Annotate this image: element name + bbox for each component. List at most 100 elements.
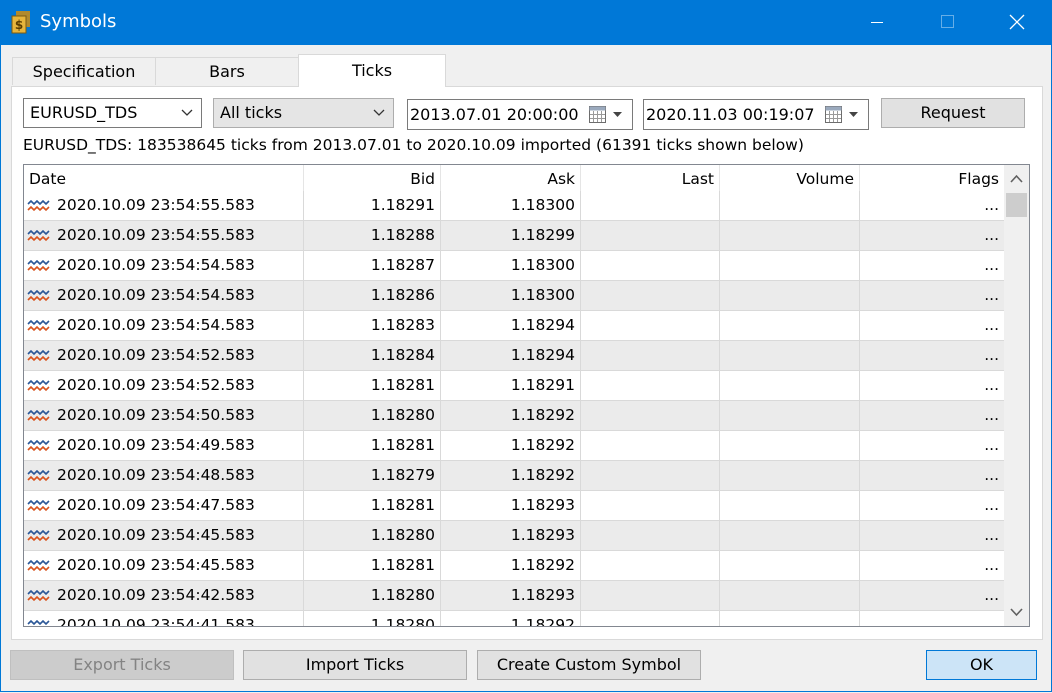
last-cell: [581, 461, 720, 490]
tick-wave-icon: [27, 620, 50, 626]
scroll-up-button[interactable]: [1004, 165, 1029, 193]
flags-cell: ...: [984, 316, 999, 334]
date-cell: 2020.10.09 23:54:55.583: [24, 221, 304, 250]
dropdown-arrow-icon[interactable]: [613, 112, 622, 118]
date-cell: 2020.10.09 23:54:55.583: [24, 191, 304, 220]
create-custom-symbol-button[interactable]: Create Custom Symbol: [477, 650, 701, 680]
vertical-scrollbar[interactable]: [1004, 165, 1029, 626]
ok-button[interactable]: OK: [926, 650, 1037, 680]
table-row[interactable]: 2020.10.09 23:54:54.583 1.18286 1.18300...: [24, 281, 1004, 311]
table-row[interactable]: 2020.10.09 23:54:50.583 1.18280 1.18292...: [24, 401, 1004, 431]
chevron-up-icon: [1010, 174, 1023, 183]
last-cell: [581, 551, 720, 580]
date-cell: 2020.10.09 23:54:48.583: [24, 461, 304, 490]
table-row[interactable]: 2020.10.09 23:54:55.583 1.18291 1.18300...: [24, 191, 1004, 221]
date-cell: 2020.10.09 23:54:42.583: [24, 581, 304, 610]
date-cell: 2020.10.09 23:54:50.583: [24, 401, 304, 430]
table-row[interactable]: 2020.10.09 23:54:48.583 1.18279 1.18292...: [24, 461, 1004, 491]
column-header-flags[interactable]: Flags: [860, 165, 1004, 193]
tab-ticks[interactable]: Ticks: [298, 54, 446, 87]
date-to-value: 2020.11.03 00:19:07: [646, 105, 815, 124]
last-cell: [581, 341, 720, 370]
tick-mode-select[interactable]: All ticks: [213, 98, 394, 128]
volume-cell: [720, 341, 860, 370]
tick-mode-select-value: All ticks: [220, 103, 283, 122]
column-header-volume[interactable]: Volume: [720, 165, 860, 193]
tick-wave-icon: [27, 200, 50, 212]
bid-cell: 1.18281: [304, 371, 441, 400]
table-row[interactable]: 2020.10.09 23:54:47.583 1.18281 1.18293...: [24, 491, 1004, 521]
tick-wave-icon: [27, 440, 50, 452]
last-cell: [581, 221, 720, 250]
tab-bars[interactable]: Bars: [155, 57, 299, 85]
table-row[interactable]: 2020.10.09 23:54:55.583 1.18288 1.18299...: [24, 221, 1004, 251]
calendar-icon[interactable]: [825, 106, 842, 123]
last-cell: [581, 281, 720, 310]
volume-cell: [720, 401, 860, 430]
tick-wave-icon: [27, 350, 50, 362]
bid-cell: 1.18280: [304, 611, 441, 626]
date-text: 2020.10.09 23:54:54.583: [57, 316, 255, 334]
column-header-date[interactable]: Date: [24, 165, 304, 193]
date-text: 2020.10.09 23:54:55.583: [57, 196, 255, 214]
table-row[interactable]: 2020.10.09 23:54:52.583 1.18284 1.18294...: [24, 341, 1004, 371]
flags-cell: ...: [984, 436, 999, 454]
date-cell: 2020.10.09 23:54:52.583: [24, 371, 304, 400]
flags-cell: ...: [984, 226, 999, 244]
column-header-bid[interactable]: Bid: [304, 165, 441, 193]
symbols-app-icon: $: [11, 10, 33, 34]
flags-cell: ...: [984, 256, 999, 274]
table-row[interactable]: 2020.10.09 23:54:45.583 1.18280 1.18293...: [24, 521, 1004, 551]
table-row[interactable]: 2020.10.09 23:54:45.583 1.18281 1.18292...: [24, 551, 1004, 581]
symbol-select-value: EURUSD_TDS: [30, 103, 138, 122]
bid-cell: 1.18281: [304, 431, 441, 460]
scroll-down-button[interactable]: [1004, 598, 1029, 626]
date-to-picker[interactable]: 2020.11.03 00:19:07: [643, 99, 869, 130]
bid-cell: 1.18291: [304, 191, 441, 220]
import-ticks-button[interactable]: Import Ticks: [243, 650, 467, 680]
tick-wave-icon: [27, 470, 50, 482]
date-text: 2020.10.09 23:54:52.583: [57, 346, 255, 364]
scroll-thumb[interactable]: [1006, 193, 1027, 217]
date-cell: 2020.10.09 23:54:47.583: [24, 491, 304, 520]
volume-cell: [720, 521, 860, 550]
flags-cell: ...: [984, 376, 999, 394]
date-text: 2020.10.09 23:54:52.583: [57, 376, 255, 394]
date-text: 2020.10.09 23:54:48.583: [57, 466, 255, 484]
table-row[interactable]: 2020.10.09 23:54:54.583 1.18283 1.18294...: [24, 311, 1004, 341]
calendar-icon[interactable]: [589, 106, 606, 123]
minimize-button[interactable]: [842, 0, 912, 45]
column-header-last[interactable]: Last: [581, 165, 720, 193]
ticks-table[interactable]: Date Bid Ask Last Volume Flags 2020.10.0…: [23, 164, 1030, 627]
export-ticks-button[interactable]: Export Ticks: [10, 650, 234, 680]
dropdown-arrow-icon[interactable]: [849, 112, 858, 118]
window-title: Symbols: [40, 11, 117, 32]
table-row[interactable]: 2020.10.09 23:54:42.583 1.18280 1.18293...: [24, 581, 1004, 611]
chevron-down-icon: [1010, 608, 1023, 617]
tick-wave-icon: [27, 410, 50, 422]
volume-cell: [720, 371, 860, 400]
last-cell: [581, 491, 720, 520]
table-row[interactable]: 2020.10.09 23:54:54.583 1.18287 1.18300...: [24, 251, 1004, 281]
close-button[interactable]: [982, 0, 1052, 45]
volume-cell: [720, 281, 860, 310]
symbol-select[interactable]: EURUSD_TDS: [23, 98, 202, 128]
tab-specification[interactable]: Specification: [12, 57, 156, 85]
chevron-down-icon: [373, 109, 385, 116]
last-cell: [581, 191, 720, 220]
ask-cell: 1.18300: [441, 281, 581, 310]
chevron-down-icon: [181, 109, 193, 116]
table-row[interactable]: 2020.10.09 23:54:52.583 1.18281 1.18291...: [24, 371, 1004, 401]
title-bar[interactable]: $ Symbols: [0, 0, 1052, 45]
table-row[interactable]: 2020.10.09 23:54:41.583 1.18280 1.18292...: [24, 611, 1004, 626]
date-cell: 2020.10.09 23:54:45.583: [24, 521, 304, 550]
date-text: 2020.10.09 23:54:50.583: [57, 406, 255, 424]
volume-cell: [720, 551, 860, 580]
date-text: 2020.10.09 23:54:49.583: [57, 436, 255, 454]
tick-wave-icon: [27, 560, 50, 572]
request-button[interactable]: Request: [881, 98, 1025, 128]
date-from-picker[interactable]: 2013.07.01 20:00:00: [407, 99, 633, 130]
table-row[interactable]: 2020.10.09 23:54:49.583 1.18281 1.18292...: [24, 431, 1004, 461]
column-header-ask[interactable]: Ask: [441, 165, 581, 193]
flags-cell: ...: [984, 526, 999, 544]
